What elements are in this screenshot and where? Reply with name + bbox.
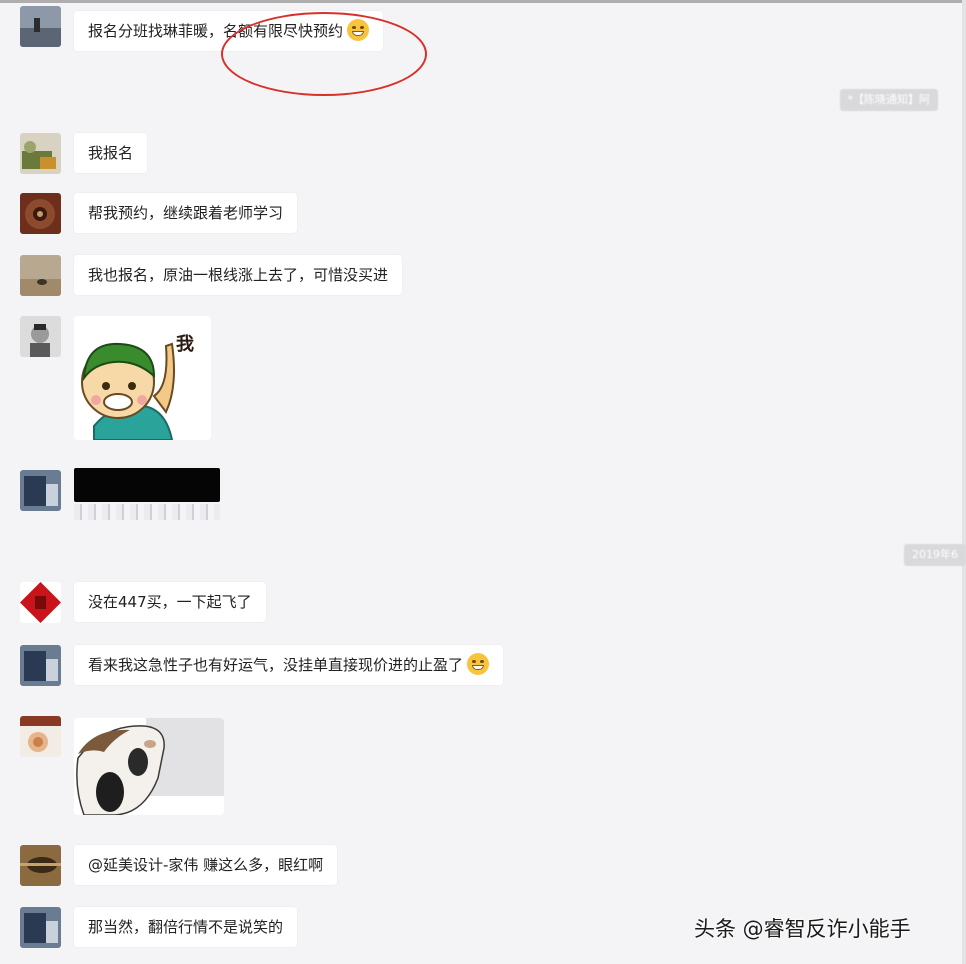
message-bubble[interactable]: 我也报名，原油一根线涨上去了，可惜没买进: [74, 255, 403, 295]
top-edge: [0, 0, 966, 3]
message-bubble[interactable]: 看来我这急性子也有好运气，没挂单直接现价进的止盈了: [74, 645, 504, 685]
avatar[interactable]: [20, 470, 61, 511]
avatar[interactable]: [20, 6, 61, 47]
message-bubble[interactable]: 我报名: [74, 133, 148, 173]
date-divider: 2019年6: [904, 544, 966, 566]
screenshot-image[interactable]: [74, 468, 220, 520]
screenshot-text-lines: [74, 504, 220, 520]
cow-sticker[interactable]: [74, 718, 224, 815]
message-text: @延美设计-家伟 赚这么多，眼红啊: [88, 856, 324, 874]
message-bubble[interactable]: 没在447买，一下起飞了: [74, 582, 266, 622]
avatar[interactable]: [20, 133, 61, 174]
message-text: 我也报名，原油一根线涨上去了，可惜没买进: [88, 266, 389, 284]
message-text: 没在447买，一下起飞了: [88, 593, 252, 611]
avatar[interactable]: [20, 316, 61, 357]
source-watermark: 头条 @睿智反诈小能手: [694, 917, 911, 941]
avatar[interactable]: [20, 845, 61, 886]
screenshot-dark-area: [74, 468, 220, 502]
system-notice: *【陈晓通知】阿: [839, 89, 938, 111]
avatar[interactable]: [20, 716, 61, 757]
message-text: 那当然，翻倍行情不是说笑的: [88, 918, 284, 936]
message-bubble[interactable]: 帮我预约，继续跟着老师学习: [74, 193, 298, 233]
avatar[interactable]: [20, 907, 61, 948]
grin-emoji-icon: [467, 652, 490, 675]
message-text: 看来我这急性子也有好运气，没挂单直接现价进的止盈了: [88, 656, 464, 674]
sticker-caption: 我: [176, 334, 194, 355]
avatar[interactable]: [20, 193, 61, 234]
raised-hand-sticker[interactable]: 我: [74, 316, 211, 440]
avatar[interactable]: [20, 645, 61, 686]
message-bubble[interactable]: 那当然，翻倍行情不是说笑的: [74, 907, 298, 947]
window-edge: [962, 0, 966, 964]
red-highlight-circle: [221, 12, 427, 96]
message-bubble[interactable]: @延美设计-家伟 赚这么多，眼红啊: [74, 845, 338, 885]
avatar[interactable]: [20, 255, 61, 296]
message-text: 帮我预约，继续跟着老师学习: [88, 204, 284, 222]
message-text: 我报名: [88, 144, 134, 162]
avatar[interactable]: [20, 582, 61, 623]
